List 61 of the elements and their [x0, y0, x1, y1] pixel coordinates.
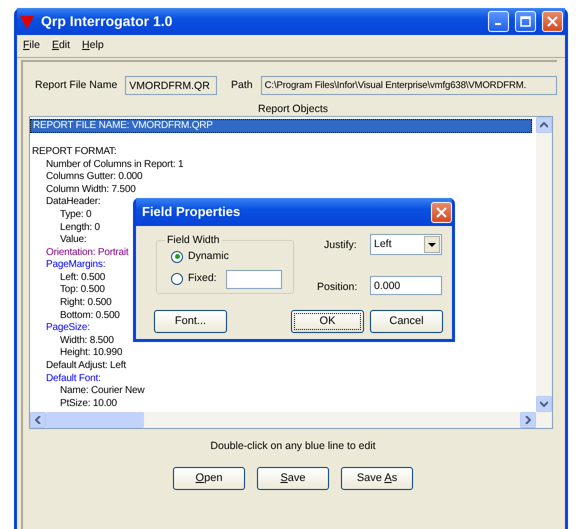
action-button[interactable]: Open	[173, 466, 245, 490]
scroll-left-icon[interactable]	[30, 412, 46, 428]
hint-text: Double-click on any blue line to edit	[210, 440, 376, 452]
fixed-width-field[interactable]	[226, 270, 282, 289]
report-objects-label: Report Objects	[258, 102, 328, 115]
report-line[interactable]: REPORT FORMAT:	[30, 146, 118, 159]
close-button[interactable]	[431, 202, 452, 222]
action-button[interactable]: Save	[257, 466, 329, 490]
report-line[interactable]: Length: 0	[58, 222, 102, 234]
report-line[interactable]: Value:	[58, 234, 88, 247]
dialog-button[interactable]: OK	[291, 310, 364, 333]
radio-label: Fixed:	[188, 271, 217, 286]
report-line[interactable]: DataHeader:	[44, 196, 102, 209]
justify-dropdown[interactable]: Left	[370, 234, 442, 255]
radio-button[interactable]	[171, 250, 183, 263]
report-line[interactable]: Bottom: 0.500	[58, 310, 122, 322]
path-field[interactable]: C:\Program Files\Infor\Visual Enterprise\vmfg638\VMORDFRM.	[260, 76, 557, 96]
dialog-button[interactable]: Font...	[154, 310, 227, 333]
menu-item[interactable]: Edit	[52, 38, 70, 54]
report-line[interactable]: Right: 0.500	[58, 297, 114, 310]
dialog-button[interactable]: Cancel	[370, 310, 443, 333]
close-icon	[547, 16, 558, 27]
path-label: Path	[231, 78, 253, 93]
action-button[interactable]: Save As	[341, 466, 413, 490]
radio-button[interactable]	[171, 273, 183, 286]
maximize-button[interactable]	[515, 11, 536, 32]
position-label: Position:	[317, 280, 358, 295]
radio-label: Dynamic	[188, 249, 229, 264]
report-file-name-field[interactable]: VMORDFRM.QR	[125, 76, 218, 96]
report-line[interactable]: Width: 8.500	[58, 334, 116, 348]
report-line[interactable]: PageMargins:	[44, 259, 108, 272]
dropdown-arrow-icon	[428, 242, 436, 246]
report-line[interactable]: Top: 0.500	[58, 284, 107, 298]
report-line[interactable]: Default Font:	[44, 372, 103, 386]
report-line[interactable]: PageSize:	[44, 322, 92, 335]
app-logo-icon	[19, 14, 35, 30]
report-file-name-label: Report File Name	[35, 78, 118, 93]
justify-label: Justify:	[324, 238, 357, 253]
report-line[interactable]: Type: 0	[58, 208, 94, 222]
menu-item[interactable]: Help	[82, 38, 104, 54]
report-line[interactable]: Default Adjust: Left	[44, 360, 128, 373]
maximize-icon	[520, 16, 531, 27]
report-line[interactable]: Name: Courier New	[58, 385, 146, 398]
report-line[interactable]: PtSize: 10.00	[58, 398, 119, 410]
scroll-right-icon[interactable]	[520, 412, 536, 428]
scrollbar-thumb[interactable]	[46, 412, 144, 428]
report-line[interactable]: Orientation: Portrait	[44, 246, 131, 260]
scroll-down-icon[interactable]	[536, 396, 552, 412]
report-line[interactable]: Left: 0.500	[58, 272, 108, 284]
dialog-title: Field Properties	[142, 203, 240, 222]
menu-item[interactable]: File	[23, 38, 40, 54]
report-line[interactable]: Columns Gutter: 0.000	[44, 171, 144, 184]
minimize-button[interactable]	[488, 11, 509, 32]
close-icon	[436, 206, 447, 218]
report-line[interactable]: Column Width: 7.500	[44, 184, 138, 196]
close-button[interactable]	[542, 11, 563, 32]
window-title: Qrp Interrogator 1.0	[41, 12, 174, 31]
scroll-up-icon[interactable]	[536, 116, 552, 133]
report-line[interactable]: Number of Columns in Report: 1	[44, 158, 186, 172]
report-line[interactable]: Height: 10.990	[58, 347, 124, 360]
position-field[interactable]: 0.000	[370, 276, 442, 295]
